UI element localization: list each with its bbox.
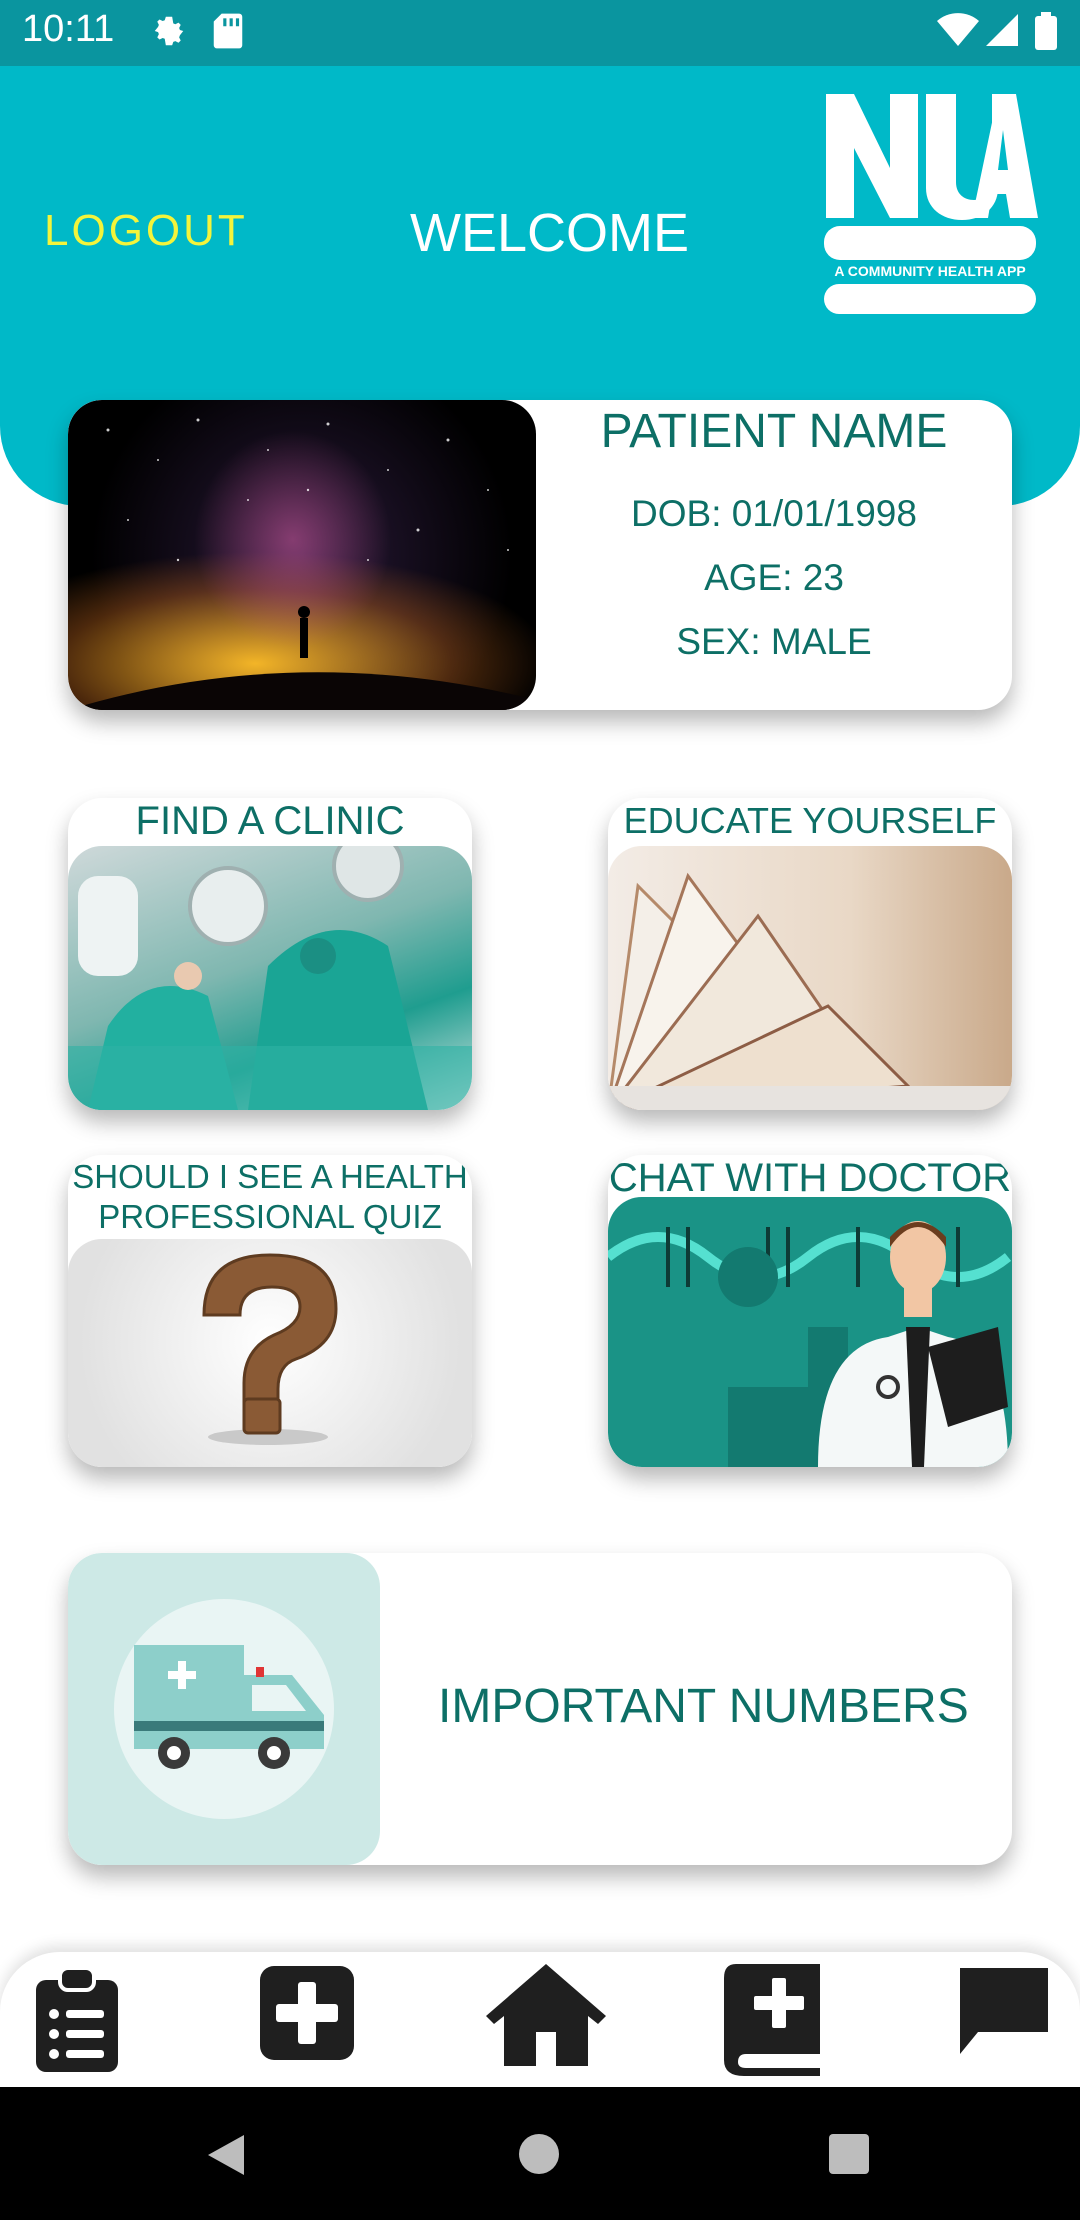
status-bar: 10:11 xyxy=(0,0,1080,66)
find-clinic-tile[interactable]: FIND A CLINIC xyxy=(68,798,472,1110)
patient-sex: SEX: MALE xyxy=(676,621,872,662)
health-quiz-tile[interactable]: SHOULD I SEE A HEALTH PROFESSIONAL QUIZ xyxy=(68,1155,472,1467)
plus-square-icon[interactable] xyxy=(258,1964,356,2062)
educate-yourself-tile[interactable]: EDUCATE YOURSELF xyxy=(608,798,1012,1110)
sd-card-icon xyxy=(213,13,243,49)
stars-silhouette-image xyxy=(68,418,536,710)
logout-button[interactable]: LOGOUT xyxy=(44,206,248,256)
book-image xyxy=(608,846,1012,1110)
patient-info: PATIENT NAME DOB: 01/01/1998 AGE: 23 SEX… xyxy=(536,400,1012,663)
nua-logo: A COMMUNITY HEALTH APP xyxy=(824,94,1038,314)
home-circle-icon[interactable] xyxy=(518,2133,560,2175)
important-numbers-card[interactable]: IMPORTANT NUMBERS xyxy=(68,1553,1012,1865)
clipboard-list-icon[interactable] xyxy=(34,1964,120,2074)
medical-book-icon[interactable] xyxy=(722,1962,822,2076)
ambulance-icon xyxy=(114,1599,334,1819)
wifi-icon xyxy=(937,13,979,46)
back-icon[interactable] xyxy=(204,2133,248,2177)
patient-dob: DOB: 01/01/1998 xyxy=(631,493,917,534)
settings-icon xyxy=(154,16,184,46)
signal-icon xyxy=(986,14,1018,46)
patient-age: AGE: 23 xyxy=(704,557,844,598)
patient-name: PATIENT NAME xyxy=(600,405,948,458)
system-navigation-bar xyxy=(0,2087,1080,2220)
health-quiz-title: SHOULD I SEE A HEALTH PROFESSIONAL QUIZ xyxy=(72,1158,468,1235)
find-clinic-title: FIND A CLINIC xyxy=(135,799,405,843)
doctor-image xyxy=(608,1197,1012,1467)
chat-with-doctor-title: CHAT WITH DOCTOR xyxy=(608,1156,1012,1200)
home-icon[interactable] xyxy=(482,1958,610,2070)
recents-icon[interactable] xyxy=(828,2133,870,2175)
important-numbers-label: IMPORTANT NUMBERS xyxy=(438,1680,969,1733)
question-mark-image xyxy=(68,1239,472,1467)
chat-with-doctor-tile[interactable]: CHAT WITH DOCTOR xyxy=(608,1155,1012,1467)
welcome-title: WELCOME xyxy=(410,203,690,263)
ambulance-panel xyxy=(68,1553,380,1865)
status-time: 10:11 xyxy=(22,8,115,50)
patient-photo xyxy=(68,400,536,710)
educate-yourself-title: EDUCATE YOURSELF xyxy=(623,800,997,841)
chat-icon[interactable] xyxy=(956,1964,1052,2060)
battery-icon xyxy=(1035,12,1057,50)
logo-tagline: A COMMUNITY HEALTH APP xyxy=(834,263,1025,279)
patient-card[interactable]: PATIENT NAME DOB: 01/01/1998 AGE: 23 SEX… xyxy=(68,400,1012,710)
surgery-image xyxy=(68,846,472,1110)
bottom-navigation xyxy=(0,1952,1080,2087)
